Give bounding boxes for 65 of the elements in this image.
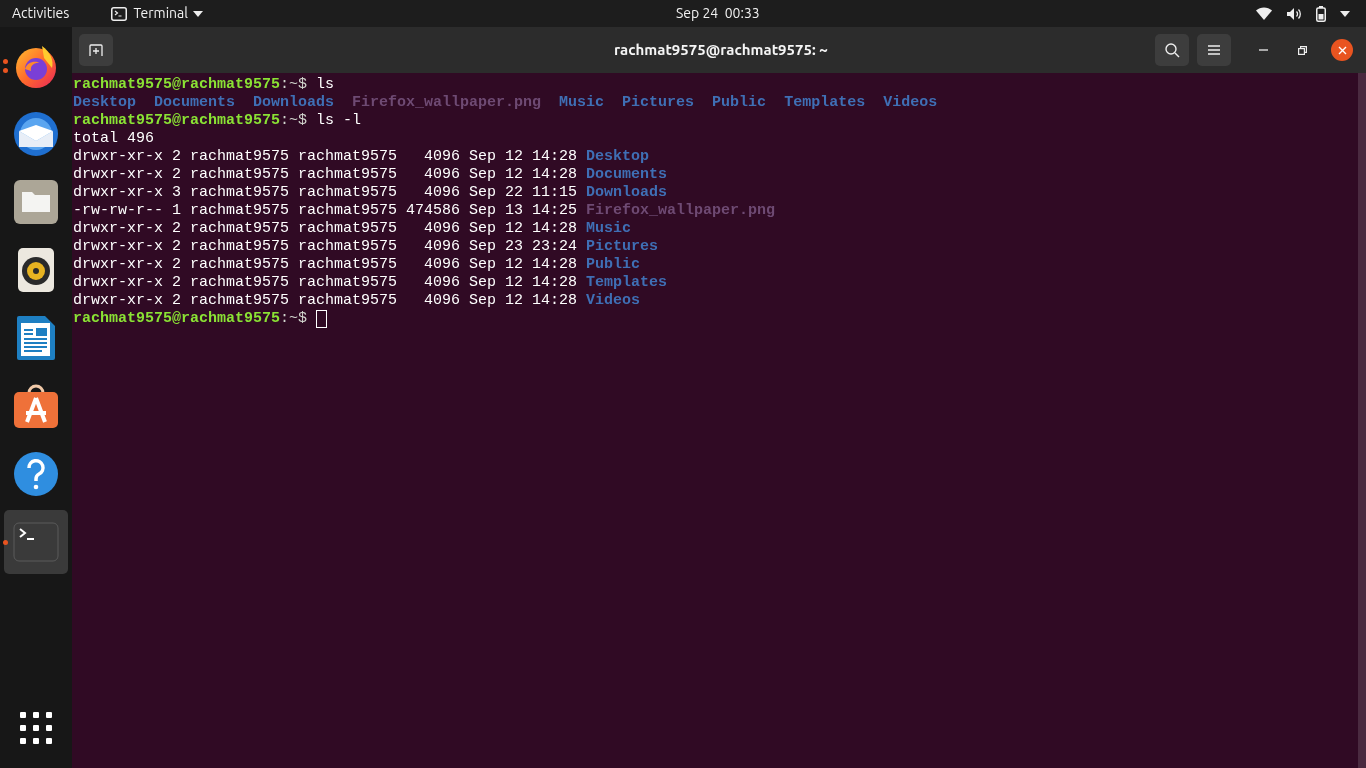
command-text: ls [316, 76, 335, 94]
show-applications-grid-icon[interactable] [20, 712, 52, 744]
command-text: ls -l [316, 112, 362, 130]
restore-icon [1297, 45, 1307, 55]
menu-button[interactable] [1197, 34, 1231, 66]
file-details: drwxr-xr-x 3 rachmat9575 rachmat9575 4096 Sep 22 11:15 [73, 184, 578, 202]
folder-icon [13, 179, 59, 225]
wifi-icon[interactable] [1256, 7, 1272, 20]
volume-icon[interactable] [1286, 6, 1302, 21]
mail-bird-icon [11, 109, 61, 159]
file-details: drwxr-xr-x 2 rachmat9575 rachmat9575 4096 Sep 12 14:28 [73, 274, 578, 292]
caret-icon [192, 10, 203, 17]
output-text: total 496 [73, 130, 154, 148]
prompt-path: :~$ [280, 76, 308, 94]
file-name: Desktop [586, 148, 650, 166]
file-name: Videos [883, 94, 938, 112]
file-name: Templates [586, 274, 668, 292]
window-title: rachmat9575@rachmat9575: ~ [614, 39, 828, 60]
speaker-icon [17, 247, 55, 293]
file-details: -rw-rw-r-- 1 rachmat9575 rachmat9575 474586 Sep 13 14:25 [73, 202, 578, 220]
clock[interactable]: Sep 24 00:33 [676, 3, 760, 24]
app-menu-button[interactable]: Terminal [133, 3, 203, 24]
terminal-icon [111, 6, 128, 21]
file-name: Firefox_wallpaper.png [586, 202, 776, 220]
file-name: Public [712, 94, 767, 112]
file-name: Videos [586, 292, 641, 310]
close-button[interactable] [1331, 39, 1353, 61]
file-name: Templates [784, 94, 866, 112]
file-details: drwxr-xr-x 2 rachmat9575 rachmat9575 4096 Sep 12 14:28 [73, 148, 578, 166]
document-icon [16, 315, 56, 361]
file-details: drwxr-xr-x 2 rachmat9575 rachmat9575 4096 Sep 12 14:28 [73, 220, 578, 238]
prompt-path: :~$ [280, 112, 308, 130]
file-details: drwxr-xr-x 2 rachmat9575 rachmat9575 4096 Sep 12 14:28 [73, 256, 578, 274]
battery-icon[interactable] [1316, 5, 1326, 22]
question-mark-icon [13, 451, 59, 497]
search-button[interactable] [1155, 34, 1189, 66]
new-tab-icon [89, 44, 103, 56]
file-name: Firefox_wallpaper.png [352, 94, 542, 112]
file-name: Music [586, 220, 632, 238]
file-name: Pictures [622, 94, 695, 112]
new-tab-button[interactable] [79, 34, 113, 66]
scrollbar[interactable] [1358, 73, 1366, 768]
prompt-user-host: rachmat9575@rachmat9575 [73, 112, 281, 130]
shopping-bag-icon [13, 383, 59, 429]
file-details: drwxr-xr-x 2 rachmat9575 rachmat9575 4096 Sep 12 14:28 [73, 292, 578, 310]
minimize-icon [1258, 49, 1268, 51]
file-name: Public [586, 256, 641, 274]
search-icon [1164, 42, 1180, 58]
menu-icon [1208, 45, 1220, 55]
file-name: Documents [586, 166, 668, 184]
file-name: Pictures [586, 238, 659, 256]
file-name: Music [559, 94, 605, 112]
file-details: drwxr-xr-x 2 rachmat9575 rachmat9575 4096 Sep 12 14:28 [73, 166, 578, 184]
prompt-user-host: rachmat9575@rachmat9575 [73, 310, 281, 328]
file-name: Desktop [73, 94, 136, 112]
system-menu-caret-icon[interactable] [1340, 10, 1350, 17]
prompt-path: :~$ [280, 310, 308, 328]
terminal-icon [13, 522, 59, 562]
file-name: Downloads [253, 94, 335, 112]
activities-button[interactable]: Activities [12, 3, 70, 24]
close-icon [1337, 45, 1347, 55]
file-name: Documents [154, 94, 236, 112]
prompt-user-host: rachmat9575@rachmat9575 [73, 76, 281, 94]
file-details: drwxr-xr-x 2 rachmat9575 rachmat9575 4096 Sep 23 23:24 [73, 238, 578, 256]
file-name: Downloads [586, 184, 668, 202]
